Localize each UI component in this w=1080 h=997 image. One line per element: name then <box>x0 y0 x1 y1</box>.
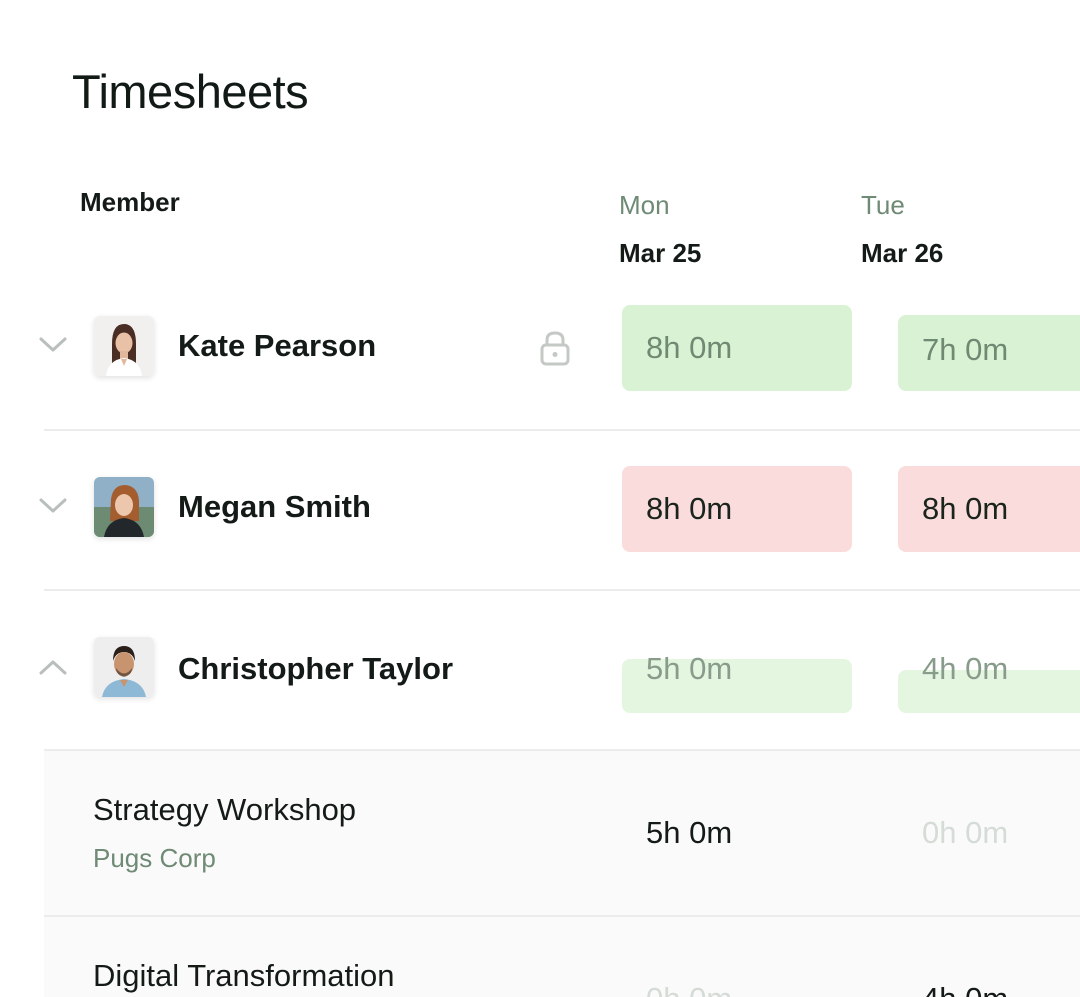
person-photo-icon <box>94 637 154 697</box>
time-cell-value: 4h 0m <box>922 651 1009 686</box>
chevron-down-icon[interactable] <box>38 491 68 521</box>
time-cell-mon[interactable]: 8h 0m <box>622 305 852 391</box>
member-column-header: Member <box>80 187 180 217</box>
time-cell-tue[interactable]: 8h 0m <box>898 466 1080 552</box>
member-name[interactable]: Christopher Taylor <box>178 651 453 687</box>
avatar <box>94 637 154 697</box>
day-of-week: Mon <box>619 190 670 220</box>
row-divider <box>44 589 1080 591</box>
day-header-tue: Tue Mar 26 <box>861 188 943 269</box>
day-date: Mar 25 <box>619 238 702 268</box>
client-name: Pugs Corp <box>93 843 216 873</box>
chevron-up-icon[interactable] <box>38 652 68 682</box>
person-photo-icon <box>94 316 154 376</box>
member-name[interactable]: Megan Smith <box>178 489 371 525</box>
time-cell-mon[interactable]: 8h 0m <box>622 466 852 552</box>
person-photo-icon <box>94 477 154 537</box>
timesheets-page: Timesheets Member Mon Mar 25 Tue Mar 26 … <box>0 0 1080 997</box>
lock-icon <box>538 330 572 366</box>
chevron-down-icon[interactable] <box>38 330 68 360</box>
page-title: Timesheets <box>72 65 309 118</box>
day-date: Mar 26 <box>861 238 944 268</box>
project-name: Digital Transformation <box>93 958 395 993</box>
project-time-mon[interactable]: 0h 0m <box>646 981 732 997</box>
avatar <box>94 477 154 537</box>
row-divider <box>44 429 1080 431</box>
member-name[interactable]: Kate Pearson <box>178 328 376 364</box>
day-header-mon: Mon Mar 25 <box>619 188 701 269</box>
project-time-mon[interactable]: 5h 0m <box>646 815 732 851</box>
project-time-tue[interactable]: 0h 0m <box>922 815 1008 851</box>
avatar <box>94 316 154 376</box>
day-of-week: Tue <box>861 190 905 220</box>
project-name: Strategy Workshop <box>93 792 357 827</box>
time-cell-value: 5h 0m <box>646 651 733 686</box>
time-cell-tue[interactable]: 7h 0m <box>898 315 1080 391</box>
project-time-tue[interactable]: 4h 0m <box>922 981 1008 997</box>
